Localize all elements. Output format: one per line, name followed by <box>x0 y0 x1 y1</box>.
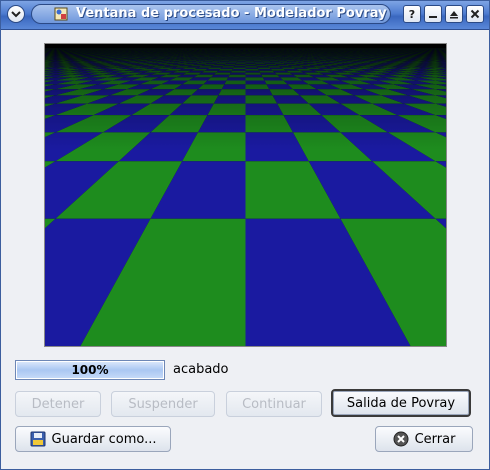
povray-app-icon <box>54 7 68 21</box>
render-window: Ventana de procesado - Modelador Povray … <box>0 0 490 470</box>
maximize-icon[interactable] <box>445 5 463 23</box>
render-preview <box>44 43 447 347</box>
checkerboard-render <box>45 44 446 346</box>
title-pill: Ventana de procesado - Modelador Povray <box>31 4 391 24</box>
window-title: Ventana de procesado - Modelador Povray <box>76 6 387 21</box>
window-menu-icon[interactable] <box>7 5 25 23</box>
minimize-icon[interactable] <box>424 5 442 23</box>
close-icon[interactable] <box>466 5 484 23</box>
help-icon[interactable]: ? <box>403 5 421 23</box>
title-bar[interactable]: Ventana de procesado - Modelador Povray … <box>1 1 489 30</box>
